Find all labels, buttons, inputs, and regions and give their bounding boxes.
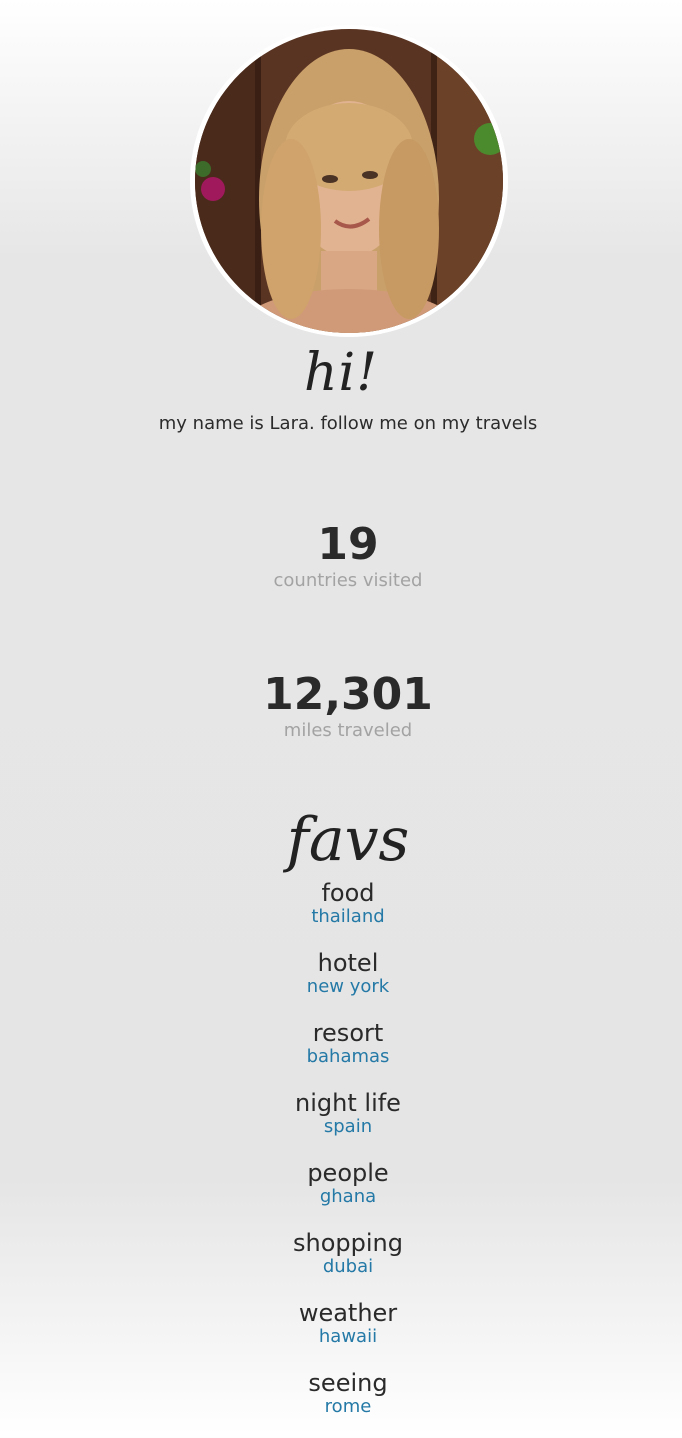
fav-category: seeing	[308, 1369, 388, 1397]
fav-place: new york	[306, 976, 390, 997]
fav-place: dubai	[322, 1256, 374, 1277]
stat-label: countries visited	[273, 570, 423, 591]
fav-category: hotel	[317, 949, 379, 977]
fav-category: resort	[312, 1019, 384, 1047]
fav-place: bahamas	[306, 1046, 390, 1067]
fav-item-food: food thailand	[14, 878, 682, 948]
stat-value: 19	[317, 519, 379, 570]
fav-place: thailand	[311, 906, 385, 927]
fav-item-people: people ghana	[14, 1158, 682, 1228]
fav-category: night life	[295, 1089, 401, 1117]
fav-place: ghana	[319, 1186, 377, 1207]
fav-category: weather	[298, 1299, 398, 1327]
fav-category: shopping	[293, 1229, 403, 1257]
fav-category: food	[321, 879, 375, 907]
fav-place: spain	[323, 1116, 373, 1137]
fav-item-hotel: hotel new york	[14, 948, 682, 1018]
fav-item-night-life: night life spain	[14, 1088, 682, 1158]
favs-heading: favs	[286, 805, 410, 875]
fav-item-weather: weather hawaii	[14, 1298, 682, 1368]
stat-countries: 19 countries visited	[0, 520, 682, 592]
fav-item-seeing: seeing rome	[14, 1368, 682, 1438]
stat-miles: 12,301 miles traveled	[0, 670, 682, 742]
greeting-heading: hi!	[303, 343, 379, 403]
intro-text: my name is Lara. follow me on my travels	[158, 413, 538, 434]
fav-item-shopping: shopping dubai	[14, 1228, 682, 1298]
favs-list: food thailand hotel new york resort baha…	[0, 878, 682, 1438]
fav-place: hawaii	[318, 1326, 378, 1347]
stat-label: miles traveled	[283, 720, 413, 741]
avatar-photo	[195, 29, 503, 333]
avatar-ring	[190, 25, 508, 337]
page: { "profile": { "greeting": "hi!", "intro…	[0, 0, 682, 1434]
fav-item-resort: resort bahamas	[14, 1018, 682, 1088]
fav-category: people	[307, 1159, 389, 1187]
stat-value: 12,301	[263, 669, 433, 720]
fav-place: rome	[324, 1396, 372, 1417]
avatar	[195, 29, 503, 333]
